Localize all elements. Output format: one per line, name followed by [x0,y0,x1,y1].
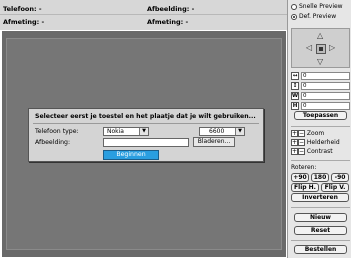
brand-select[interactable]: Nokia ▼ [103,127,149,136]
quick-preview-option[interactable]: Snelle Preview [291,3,343,10]
center-icon[interactable] [316,44,326,54]
y-offset-input[interactable]: 0 [301,82,350,90]
dialog-title: Selecteer eerst je toestel en het plaatj… [35,113,256,120]
flip-horizontal-button[interactable]: Flip H. [291,183,319,192]
plus-icon[interactable]: + [291,139,298,146]
final-preview-label: Def. Preview [299,13,337,20]
rotate-180-button[interactable]: 180 [311,173,329,182]
phone-type-label: Telefoon type: [35,128,79,135]
minus-icon[interactable]: − [298,139,305,146]
apply-button[interactable]: Toepassen [294,111,347,120]
height-row: H 0 [291,102,350,110]
width-input[interactable]: 0 [301,92,350,100]
section-divider [291,160,350,161]
info-header: Telefoon: - Afbeelding: - Afmeting: - Af… [0,0,287,30]
arrow-left-icon[interactable]: ◁ [306,43,312,52]
section-divider [291,126,350,127]
brightness-row: + − Helderheid [291,139,340,147]
order-button[interactable]: Bestellen [294,245,347,254]
brand-value: Nokia [107,128,124,135]
arrow-down-icon[interactable]: ▽ [317,57,323,66]
width-row: W 0 [291,92,350,100]
reset-button[interactable]: Reset [294,226,347,235]
height-input[interactable]: 0 [301,102,350,110]
radio-icon[interactable] [291,3,297,10]
rotate-minus90-button[interactable]: -90 [331,173,349,182]
tools-panel: Snelle Preview Def. Preview △ ◁ ▷ ▽ ↔ 0 … [287,0,351,258]
select-phone-dialog: Selecteer eerst je toestel en het plaatj… [28,108,264,162]
image-label: Afbeelding: [35,139,71,146]
model-value: 6600 [209,128,225,135]
flip-vertical-button[interactable]: Flip V. [321,183,349,192]
height-offset-icon: ↕ [291,82,299,90]
plus-icon[interactable]: + [291,148,298,155]
afmeting-info: Afmeting: - [3,18,45,26]
rotate-label: Roteren: [291,164,317,171]
arrow-right-icon[interactable]: ▷ [329,43,335,52]
section-divider [291,207,350,208]
header-divider [0,14,287,15]
contrast-row: + − Contrast [291,148,333,156]
width-offset-icon: ↔ [291,72,299,80]
new-button[interactable]: Nieuw [294,213,347,222]
zoom-row: + − Zoom [291,130,324,138]
x-offset-input[interactable]: 0 [301,72,350,80]
width-icon: W [291,92,299,100]
height-icon: H [291,102,299,110]
x-offset-row: ↔ 0 [291,72,350,80]
zoom-label: Zoom [306,130,325,137]
contrast-label: Contrast [306,148,333,155]
rotate-plus90-button[interactable]: +90 [291,173,309,182]
section-divider [291,240,350,241]
minus-icon[interactable]: − [298,148,305,155]
afbeelding-info: Afbeelding: - [147,5,195,13]
chevron-down-icon[interactable]: ▼ [139,128,148,135]
y-offset-row: ↕ 0 [291,82,350,90]
afmeting-image-info: Afmeting: - [147,18,189,26]
quick-preview-label: Snelle Preview [299,3,343,10]
chevron-down-icon[interactable]: ▼ [235,128,244,135]
brightness-label: Helderheid [306,139,340,146]
radio-icon[interactable] [291,13,297,20]
invert-button[interactable]: Inverteren [291,193,349,202]
browse-button[interactable]: Bladeren... [193,137,235,147]
telefoon-info: Telefoon: - [3,5,42,13]
position-navigator: △ ◁ ▷ ▽ [291,28,350,68]
image-path-input[interactable] [103,138,189,147]
model-select[interactable]: 6600 ▼ [199,127,245,136]
final-preview-option[interactable]: Def. Preview [291,13,336,20]
minus-icon[interactable]: − [298,130,305,137]
start-button[interactable]: Beginnen [103,150,159,160]
dialog-divider [33,123,259,124]
arrow-up-icon[interactable]: △ [317,31,323,40]
plus-icon[interactable]: + [291,130,298,137]
